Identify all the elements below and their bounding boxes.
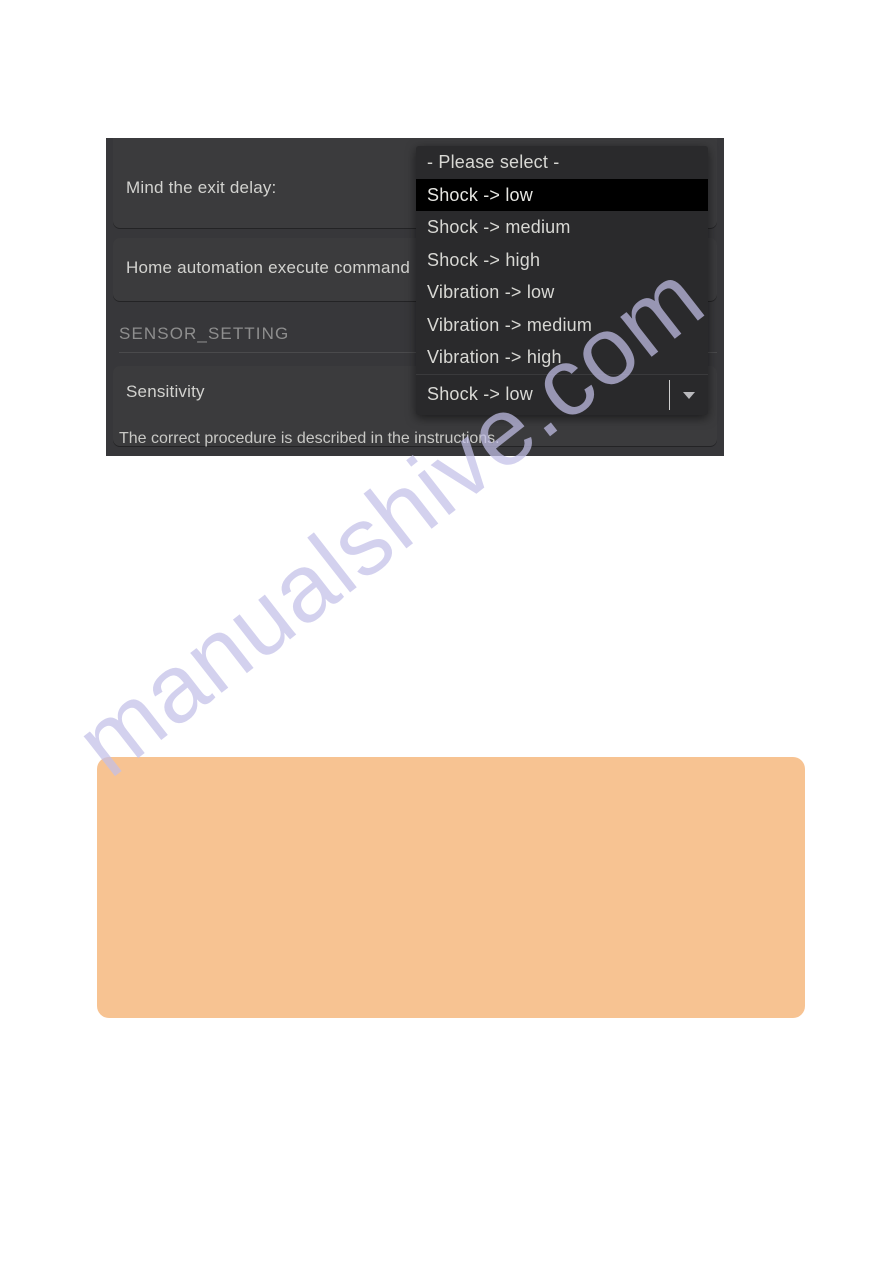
dropdown-option-vibration-low[interactable]: Vibration -> low: [416, 276, 708, 309]
select-separator: [669, 379, 670, 410]
sensitivity-helper-text: The correct procedure is described in th…: [119, 430, 500, 447]
sensitivity-dropdown[interactable]: - Please select - Shock -> low Shock -> …: [416, 146, 708, 415]
settings-panel-inner: Alarm & Response Mind the exit delay: Ho…: [106, 138, 724, 456]
dropdown-option-vibration-high[interactable]: Vibration -> high: [416, 341, 708, 374]
dropdown-option-please-select[interactable]: - Please select -: [416, 146, 708, 179]
dropdown-option-list[interactable]: - Please select - Shock -> low Shock -> …: [416, 146, 708, 374]
sensitivity-select-box[interactable]: Shock -> low: [416, 373, 708, 415]
dropdown-option-vibration-medium[interactable]: Vibration -> medium: [416, 309, 708, 342]
sensitivity-selected-value: Shock -> low: [427, 384, 533, 404]
dropdown-option-shock-medium[interactable]: Shock -> medium: [416, 211, 708, 244]
exit-delay-label: Mind the exit delay:: [126, 178, 277, 197]
home-automation-label: Home automation execute command: [126, 258, 411, 277]
sensitivity-label: Sensitivity: [126, 382, 205, 401]
app-screenshot-panel: Alarm & Response Mind the exit delay: Ho…: [106, 138, 724, 456]
dropdown-option-shock-high[interactable]: Shock -> high: [416, 244, 708, 277]
dropdown-option-shock-low[interactable]: Shock -> low: [416, 178, 708, 211]
chevron-down-icon[interactable]: [683, 391, 695, 399]
orange-callout-box: [97, 757, 805, 1018]
